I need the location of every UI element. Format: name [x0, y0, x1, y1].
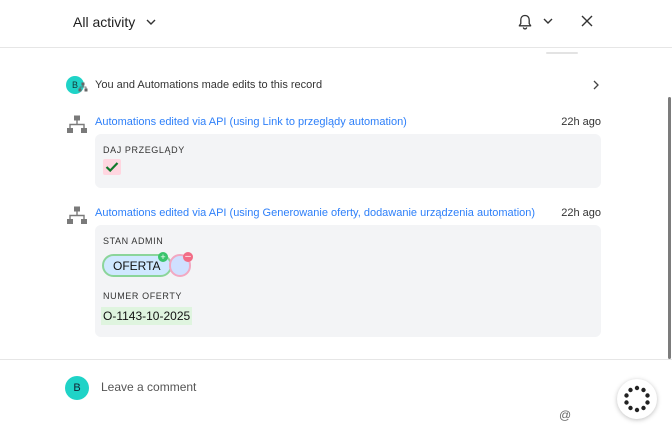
activity-header: All activity [0, 0, 672, 48]
minus-icon: – [183, 252, 193, 262]
field-label: DAJ PRZEGLĄDY [103, 145, 185, 155]
avatar: B [65, 376, 89, 400]
activity-title-link[interactable]: Automations edited via API (using Genero… [95, 207, 535, 219]
avatar-letter: B [73, 382, 81, 394]
field-label: NUMER OFERTY [103, 291, 183, 301]
activity-item: Automations edited via API (using Genero… [66, 206, 606, 340]
field-label: STAN ADMIN [103, 236, 164, 246]
scrollbar-thumb[interactable] [668, 97, 671, 359]
notification-menu-chevron-icon[interactable] [542, 15, 554, 27]
bell-icon[interactable] [516, 13, 534, 31]
summary-text: You and Automations made edits to this r… [95, 79, 323, 91]
filter-label: All activity [73, 14, 136, 30]
activity-timestamp: 22h ago [561, 207, 601, 219]
added-text-value: O-1143-10-2025 [101, 307, 193, 325]
avatar: B [66, 76, 88, 94]
activity-summary-row[interactable]: B You and Automations made edits to this… [66, 76, 606, 94]
activity-filter-dropdown[interactable]: All activity [73, 14, 157, 30]
activity-feed[interactable]: B You and Automations made edits to this… [0, 49, 672, 359]
automation-icon [67, 115, 87, 133]
plus-icon: + [158, 252, 168, 262]
divider [546, 52, 578, 54]
spinner-icon [624, 385, 650, 413]
checkmark-icon [105, 162, 119, 173]
close-icon[interactable] [580, 14, 594, 28]
activity-item: Automations edited via API (using Link t… [66, 115, 606, 191]
comment-input[interactable] [101, 378, 521, 396]
activity-timestamp: 22h ago [561, 116, 601, 128]
change-card: DAJ PRZEGLĄDY [95, 134, 601, 188]
automation-icon [67, 206, 87, 224]
chevron-down-icon [146, 19, 156, 25]
assistant-button[interactable] [617, 379, 657, 419]
change-card: STAN ADMIN OFERTA + – NUMER OFERTY O-114… [95, 225, 601, 337]
checkbox-value [103, 159, 121, 175]
chevron-right-icon[interactable] [591, 80, 600, 90]
automation-icon [78, 82, 88, 92]
mention-button[interactable]: @ [559, 408, 571, 422]
comment-composer: B @ [0, 359, 672, 434]
activity-title-link[interactable]: Automations edited via API (using Link t… [95, 116, 407, 128]
